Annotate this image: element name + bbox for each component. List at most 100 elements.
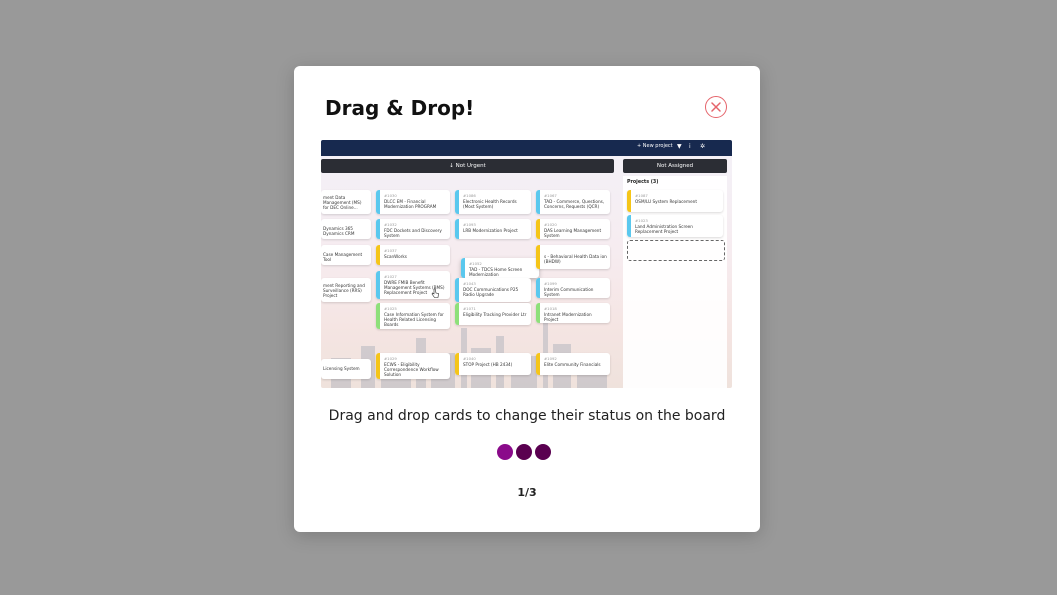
card-title: STOP Project (HB 2434) xyxy=(463,362,513,367)
card-title: ment Reporting and Surveillance (RRS) Pr… xyxy=(323,283,365,299)
board-card[interactable]: #1037 ScanWorks xyxy=(376,245,450,265)
card-number: #1025 xyxy=(384,306,397,311)
page-indicator: 1/3 xyxy=(517,486,537,499)
card-stripe xyxy=(376,190,380,214)
card-title: Interim Communication System xyxy=(544,287,594,298)
filter-icon: ▼ xyxy=(677,143,682,150)
card-stripe xyxy=(455,278,459,302)
card-title: TAD - Commerce, Questions, Concerns, Req… xyxy=(544,199,605,210)
card-number: #1020 xyxy=(544,222,557,227)
dialog-title: Drag & Drop! xyxy=(325,96,475,120)
board-card[interactable]: #1023 Land Administration Screen Replace… xyxy=(627,215,723,237)
card-title: Electronic Health Records (Most System) xyxy=(463,199,517,210)
card-title: ECWS - Eligibility Correspondence Workfl… xyxy=(384,362,439,378)
card-title: s - Behavioral Health Data ion (BHDW) xyxy=(544,254,607,265)
board-card[interactable]: #1040 STOP Project (HB 2434) xyxy=(455,353,531,375)
info-icon: i xyxy=(689,143,691,150)
card-number: #1093 xyxy=(463,222,476,227)
card-stripe xyxy=(536,303,540,323)
board-card[interactable]: #1099 Interim Communication System xyxy=(536,278,610,298)
board-card[interactable]: #1020 DAS Learning Management System xyxy=(536,219,610,239)
slide-dot-1[interactable] xyxy=(497,444,513,460)
board-card[interactable]: #1093 LRB Modernization Project xyxy=(455,219,531,239)
board-card[interactable]: #1043 DOC Communications P25 Radio Upgra… xyxy=(455,278,531,302)
board-card[interactable]: #1018 Intranet Modernization Project xyxy=(536,303,610,323)
card-number: #1040 xyxy=(463,356,476,361)
card-number: #1067 xyxy=(544,193,557,198)
drop-zone[interactable] xyxy=(627,240,725,261)
card-title: ScanWorks xyxy=(384,254,407,259)
card-title: ment Data Management (MS) for DEC Online… xyxy=(323,195,362,211)
card-number: #1029 xyxy=(384,356,397,361)
column-header-not-assigned: Not Assigned xyxy=(623,159,727,173)
card-number: #1018 xyxy=(544,306,557,311)
card-title: OSM/LU System Replacement xyxy=(635,199,697,204)
card-number: #1043 xyxy=(463,281,476,286)
board-card[interactable]: ment Data Management (MS) for DEC Online… xyxy=(321,190,371,214)
board-card[interactable]: #1030 DLCC EM - Financial Modernization … xyxy=(376,190,450,214)
card-stripe xyxy=(376,353,380,379)
card-title: Land Administration Screen Replacement P… xyxy=(635,224,693,235)
card-number: #1052 xyxy=(469,261,482,266)
new-project-label: + New project xyxy=(637,143,673,149)
board-card[interactable]: Case Management Tool xyxy=(321,245,371,265)
not-assigned-column: Projects (3) #1087 OSM/LU System Replace… xyxy=(623,176,727,388)
card-number: #1037 xyxy=(384,248,397,253)
card-title: Eligibility Tracking Provider Ltr xyxy=(463,312,527,317)
card-number: #1023 xyxy=(635,218,648,223)
board-card[interactable]: #1032 FDC Dockets and Discovery System xyxy=(376,219,450,239)
slide-dot-2[interactable] xyxy=(516,444,532,460)
board-card[interactable]: s - Behavioral Health Data ion (BHDW) xyxy=(536,245,610,269)
card-stripe xyxy=(455,190,459,214)
card-number: #1027 xyxy=(384,274,397,279)
card-title: Intranet Modernization Project xyxy=(544,312,592,323)
preview-topbar: + New project ▼ i ✲ xyxy=(321,140,732,156)
board-card[interactable]: #1025 Case Information System for Health… xyxy=(376,303,450,329)
card-stripe xyxy=(376,219,380,239)
card-stripe xyxy=(536,190,540,214)
drag-drop-dialog: Drag & Drop! + New project ▼ i ✲ ↓ Not U… xyxy=(294,66,760,532)
board-card[interactable]: #1087 OSM/LU System Replacement xyxy=(627,190,723,212)
board-card[interactable]: #1067 TAD - Commerce, Questions, Concern… xyxy=(536,190,610,214)
card-stripe xyxy=(536,353,540,375)
hand-cursor-icon xyxy=(431,288,439,298)
board-card[interactable]: #1086 Electronic Health Records (Most Sy… xyxy=(455,190,531,214)
preview-image: + New project ▼ i ✲ ↓ Not Urgent Not Ass… xyxy=(321,140,732,388)
card-title: DLCC EM - Financial Modernization PROGRA… xyxy=(384,199,437,210)
card-number: #1092 xyxy=(544,356,557,361)
dragged-card[interactable]: #1052 TAD - TDCS Home Screen Modernizati… xyxy=(461,258,539,278)
board-card[interactable]: #1092 Elite Community Financials xyxy=(536,353,610,375)
card-stripe xyxy=(455,303,459,325)
board-card[interactable]: #1071 Eligibility Tracking Provider Ltr xyxy=(455,303,531,325)
card-stripe xyxy=(455,353,459,375)
card-stripe xyxy=(461,258,465,278)
card-stripe xyxy=(627,215,631,237)
board-card[interactable]: Licensing System xyxy=(321,359,371,379)
card-number: #1099 xyxy=(544,281,557,286)
card-title: LRB Modernization Project xyxy=(463,228,518,233)
board-card[interactable]: ment Reporting and Surveillance (RRS) Pr… xyxy=(321,278,371,302)
card-title: Dynamics 365 Dynamics CRM xyxy=(323,226,355,237)
card-stripe xyxy=(376,303,380,329)
card-number: #1086 xyxy=(463,193,476,198)
card-title: DOC Communications P25 Radio Upgrade xyxy=(463,287,519,298)
slide-dots xyxy=(497,444,551,460)
card-stripe xyxy=(536,219,540,239)
card-title: Case Management Tool xyxy=(323,252,363,263)
card-title: Elite Community Financials xyxy=(544,362,601,367)
card-title: FDC Dockets and Discovery System xyxy=(384,228,442,239)
card-title: DAS Learning Management System xyxy=(544,228,602,239)
close-icon xyxy=(711,102,721,112)
card-stripe xyxy=(455,219,459,239)
card-stripe xyxy=(536,245,540,269)
slide-dot-3[interactable] xyxy=(535,444,551,460)
board-card[interactable]: Dynamics 365 Dynamics CRM xyxy=(321,219,371,239)
card-stripe xyxy=(376,245,380,265)
card-stripe xyxy=(536,278,540,298)
board-card[interactable]: #1029 ECWS - Eligibility Correspondence … xyxy=(376,353,450,379)
close-button[interactable] xyxy=(705,96,727,118)
card-stripe xyxy=(376,271,380,299)
card-stripe xyxy=(627,190,631,212)
card-number: #1032 xyxy=(384,222,397,227)
card-number: #1030 xyxy=(384,193,397,198)
